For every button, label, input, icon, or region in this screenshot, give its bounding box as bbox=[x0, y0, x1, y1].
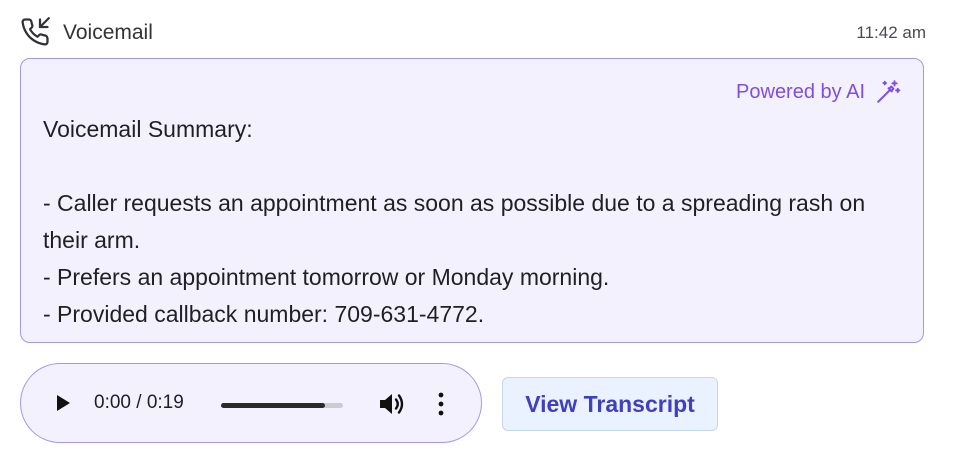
voicemail-summary-text: Voicemail Summary: - Caller requests an … bbox=[43, 116, 866, 327]
powered-by-ai-badge: Powered by AI bbox=[736, 79, 901, 105]
phone-incoming-icon bbox=[21, 17, 50, 46]
voicemail-summary-card: Powered by AI Voicemail Summary: - Calle… bbox=[20, 58, 924, 343]
playback-progress-fill bbox=[221, 403, 325, 408]
playback-time: 0:00 / 0:19 bbox=[94, 392, 184, 413]
magic-wand-icon bbox=[877, 80, 901, 103]
more-vertical-icon[interactable] bbox=[435, 391, 447, 417]
voicemail-title: Voicemail bbox=[63, 21, 153, 44]
view-transcript-button[interactable]: View Transcript bbox=[502, 377, 718, 431]
volume-icon[interactable] bbox=[377, 391, 405, 417]
audio-player[interactable]: 0:00 / 0:19 bbox=[20, 363, 482, 443]
voicemail-header: Voicemail 11:42 am bbox=[20, 16, 926, 48]
powered-by-ai-label: Powered by AI bbox=[736, 80, 865, 103]
voicemail-timestamp: 11:42 am bbox=[856, 23, 926, 42]
play-icon[interactable] bbox=[53, 392, 73, 414]
playback-progress-bar[interactable] bbox=[221, 403, 343, 408]
